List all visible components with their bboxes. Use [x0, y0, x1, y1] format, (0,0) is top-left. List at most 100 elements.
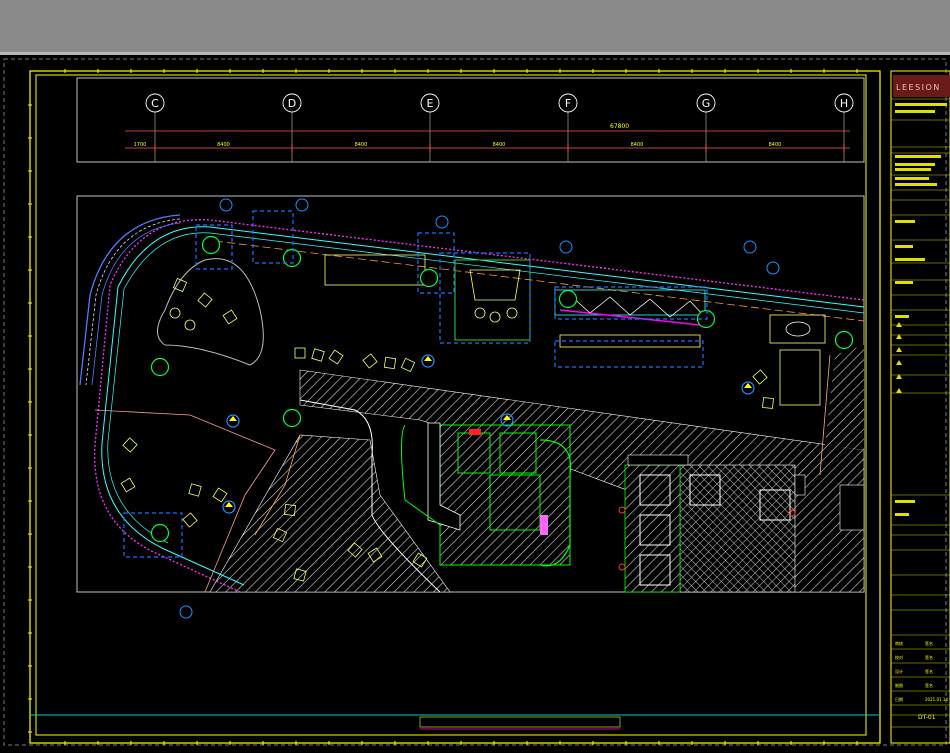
column [150, 357, 170, 377]
stool-symbol [474, 307, 486, 319]
title-block: LEESION 审核 签名校对 签名设计 签名制图 签名日期 2021.01.14 DT-… [890, 70, 950, 744]
company-logo: LEESION [896, 83, 941, 92]
axis-label-C: C [151, 97, 159, 110]
revision-triangle [896, 388, 902, 393]
span-dimension-3: 8400 [355, 142, 368, 148]
bench [559, 334, 701, 348]
curtain-line [559, 309, 701, 326]
column [150, 523, 170, 543]
detail-tag-box [554, 340, 704, 368]
floor-plan [79, 198, 865, 619]
title-block-text-placeholder [895, 183, 937, 186]
section-arrow [744, 383, 752, 388]
stool-symbol [506, 307, 518, 319]
magenta-fixture [540, 515, 548, 535]
core-black-wall-4 [839, 484, 865, 531]
section-arrow [225, 502, 233, 507]
grid-axes: C D E F G H [145, 93, 854, 162]
sheet-number: DT-01 [918, 714, 936, 721]
title-block-text-placeholder [895, 155, 941, 158]
signature-row-value: 2021.01.14 [925, 697, 948, 702]
revision-triangle [896, 360, 902, 365]
span-dimension-2: 8400 [217, 142, 230, 148]
title-block-text-placeholder [895, 315, 909, 318]
signature-row-label: 设计 [895, 668, 903, 674]
title-block-text-placeholder [895, 500, 915, 503]
title-block-text-placeholder [895, 245, 913, 248]
title-block-text-placeholder [895, 168, 931, 171]
axis-label-F: F [565, 97, 571, 110]
stool-symbol [169, 307, 181, 319]
structural-hatch-lower [209, 434, 451, 593]
column [558, 289, 578, 309]
chair-symbol [294, 347, 306, 359]
signature-rows: 审核 签名校对 签名设计 签名制图 签名日期 2021.01.14 [891, 640, 950, 706]
meeting-table [324, 254, 426, 286]
stool-symbol [489, 311, 501, 323]
curved-wall-arc-3 [91, 222, 181, 386]
column [419, 268, 439, 288]
detail-callout-bubble [295, 198, 309, 212]
section-arrow [424, 356, 432, 361]
revision-triangle [896, 347, 902, 352]
reception-desk [779, 349, 821, 406]
chair-symbol [328, 349, 344, 365]
axis-label-G: G [702, 97, 711, 110]
detail-callout-bubble [559, 240, 573, 254]
revision-triangle [896, 322, 902, 327]
column [834, 330, 854, 350]
column-hatch-right [825, 345, 864, 450]
section-arrow [229, 416, 237, 421]
column [201, 235, 221, 255]
drawing-caption [419, 716, 621, 728]
signature-row-label: 校对 [895, 654, 903, 660]
signature-row-value: 签名 [925, 668, 933, 674]
chair-symbol [182, 512, 198, 528]
sofa-right [769, 314, 826, 344]
sill-line [214, 240, 865, 322]
chair-symbol [383, 356, 397, 370]
chair-symbol [752, 369, 768, 385]
signature-row-value: 签名 [925, 682, 933, 688]
red-fixture [469, 429, 481, 435]
shaft-block [624, 464, 681, 593]
detail-callout-bubble [179, 605, 193, 619]
title-block-text-placeholder [895, 103, 947, 106]
hydrant-marker-1 [618, 506, 626, 514]
signature-row-value: 签名 [925, 640, 933, 646]
stool-symbol [184, 319, 196, 331]
span-dimension-1: 1700 [134, 142, 147, 148]
viewer-toolbar [0, 0, 950, 52]
signature-row-label: 制图 [895, 682, 903, 688]
signature-row-value: 签名 [925, 654, 933, 660]
hydrant-marker-2 [618, 563, 626, 571]
axis-panel-frame [76, 77, 865, 163]
round-table-right [785, 321, 811, 337]
chair-symbol [188, 483, 202, 497]
title-block-text-placeholder [895, 110, 935, 113]
title-block-text-placeholder [895, 513, 909, 516]
display-stage [469, 269, 521, 301]
signature-row-label: 审核 [895, 640, 903, 646]
title-block-text-placeholder [895, 177, 929, 180]
chair-symbol [120, 477, 136, 493]
span-dimensions: 1700 8400 8400 8400 8400 8400 [134, 142, 845, 152]
detail-callout-bubble [743, 240, 757, 254]
title-block-text-placeholder [895, 163, 935, 166]
column [282, 248, 302, 268]
title-block-lines [891, 98, 950, 728]
detail-callout-bubble [219, 198, 233, 212]
signature-row-label: 日期 [895, 696, 903, 702]
chair-symbol [222, 309, 238, 325]
title-block-text-placeholder [895, 258, 925, 261]
chair-symbol [400, 357, 416, 373]
overall-dimension-label: 67800 [610, 123, 629, 130]
chair-symbol [212, 487, 228, 503]
elevator-core [679, 464, 796, 593]
axis-label-D: D [288, 97, 296, 110]
chair-symbol [122, 437, 138, 453]
cad-drawing-canvas[interactable]: C D E F G H 67800 1700 8400 8400 8400 8400 8400 [0, 55, 950, 749]
title-block-text-placeholder [895, 220, 915, 223]
chair-symbol [197, 292, 213, 308]
column [282, 408, 302, 428]
